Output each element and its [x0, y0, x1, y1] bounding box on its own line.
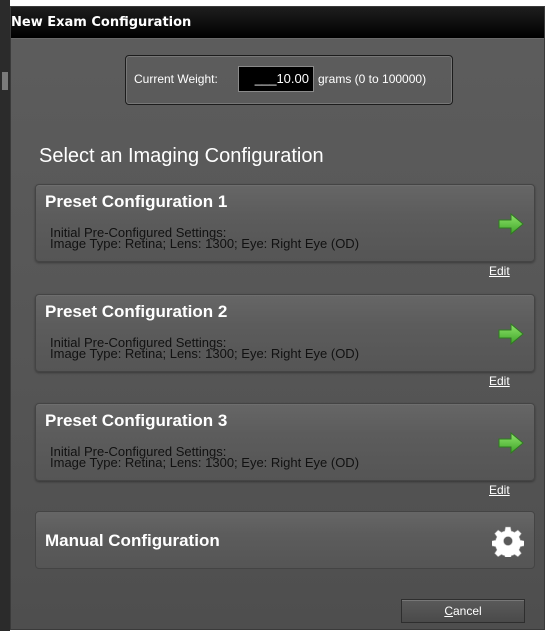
window: New Exam Configuration Current Weight: _…: [0, 0, 547, 631]
current-weight-label: Current Weight:: [134, 72, 218, 86]
preset-description: Initial Pre-Configured Settings: Image T…: [50, 336, 360, 361]
green-arrow-icon[interactable]: [498, 323, 524, 345]
current-weight-input[interactable]: ___10.00: [238, 66, 314, 92]
preset-title: Preset Configuration 2: [45, 302, 228, 321]
green-arrow-icon[interactable]: [498, 432, 524, 454]
gear-icon[interactable]: [492, 525, 524, 557]
current-weight-group: Current Weight: ___10.00 grams (0 to 100…: [125, 55, 453, 105]
dialog-title: New Exam Configuration: [11, 15, 192, 30]
cancel-button[interactable]: Cancel: [401, 599, 525, 623]
cancel-label: ancel: [452, 604, 482, 618]
weight-units-label: grams (0 to 100000): [318, 72, 427, 86]
dialog-titlebar[interactable]: New Exam Configuration: [11, 7, 544, 39]
green-arrow-icon[interactable]: [498, 213, 524, 235]
preset-description: Initial Pre-Configured Settings: Image T…: [50, 226, 360, 251]
new-exam-configuration-dialog: New Exam Configuration Current Weight: _…: [10, 6, 545, 630]
background-window-edge: [0, 0, 10, 631]
preset-3-edit-link[interactable]: Edit: [489, 483, 510, 497]
section-title: Select an Imaging Configuration: [39, 145, 324, 167]
preset-configuration-3-card[interactable]: Preset Configuration 3 Initial Pre-Confi…: [35, 403, 535, 481]
preset-2-edit-link[interactable]: Edit: [489, 374, 510, 388]
manual-configuration-card[interactable]: Manual Configuration: [35, 511, 535, 569]
preset-title: Preset Configuration 3: [45, 411, 228, 430]
preset-1-edit-link[interactable]: Edit: [489, 264, 510, 278]
preset-description-line2: Image Type: Retina; Lens: 1300; Eye: Rig…: [50, 455, 360, 470]
preset-configuration-2-card[interactable]: Preset Configuration 2 Initial Pre-Confi…: [35, 294, 535, 372]
background-scroll-marker: [2, 72, 8, 90]
cancel-mnemonic: C: [444, 604, 453, 618]
preset-description-line2: Image Type: Retina; Lens: 1300; Eye: Rig…: [50, 236, 360, 251]
preset-description-line2: Image Type: Retina; Lens: 1300; Eye: Rig…: [50, 346, 360, 361]
preset-description: Initial Pre-Configured Settings: Image T…: [50, 445, 360, 470]
preset-configuration-1-card[interactable]: Preset Configuration 1 Initial Pre-Confi…: [35, 184, 535, 262]
manual-configuration-title: Manual Configuration: [45, 531, 220, 550]
preset-title: Preset Configuration 1: [45, 192, 228, 211]
